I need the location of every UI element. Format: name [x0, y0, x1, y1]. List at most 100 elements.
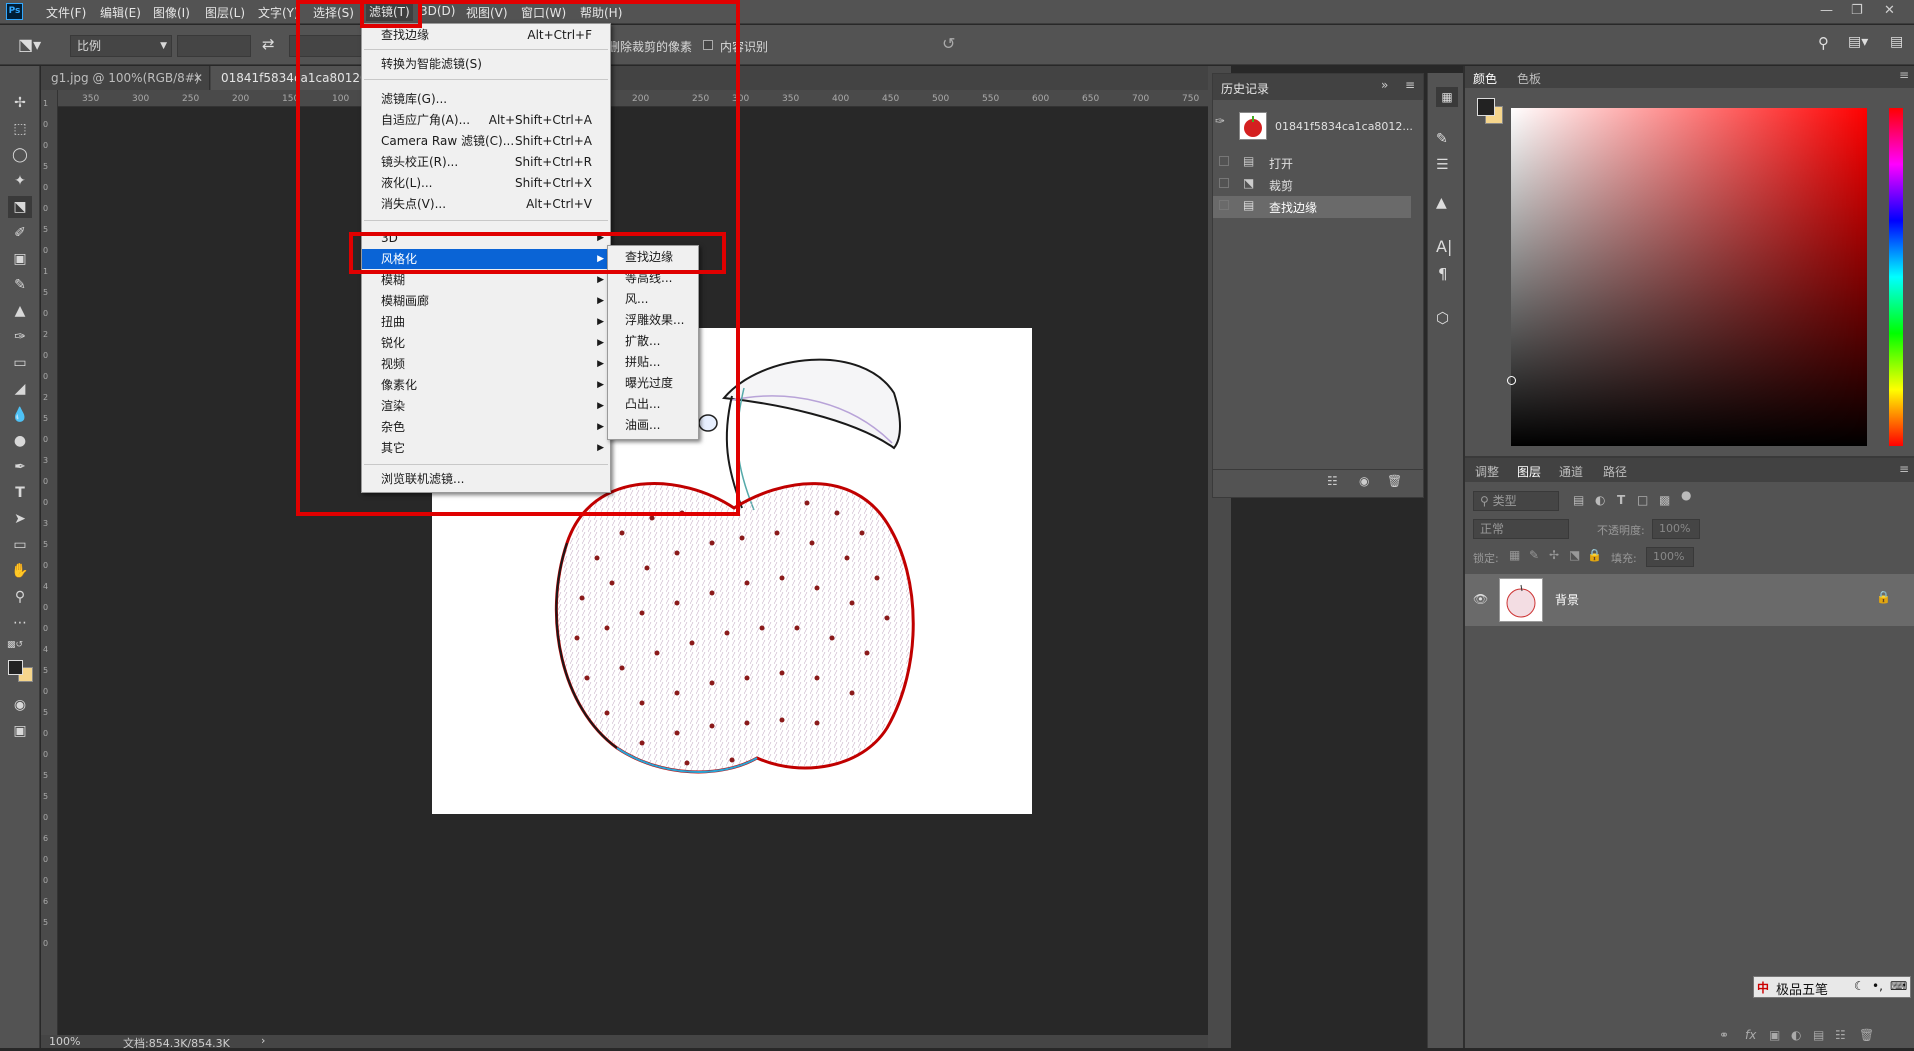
- history-step-find-edges[interactable]: ▤ 查找边缘: [1213, 196, 1411, 218]
- crop-tool-icon[interactable]: ⬔▾: [18, 35, 41, 54]
- fx-icon[interactable]: fx: [1745, 1028, 1756, 1042]
- history-brush-source-icon[interactable]: ✑: [1215, 114, 1235, 130]
- color-field[interactable]: [1507, 108, 1867, 446]
- ime-keyboard-icon[interactable]: ⌨: [1890, 979, 1907, 993]
- swap-icon[interactable]: ⇄: [262, 35, 275, 53]
- path-select-icon[interactable]: ➤: [8, 508, 32, 530]
- lasso-tool-icon[interactable]: ◯: [8, 144, 32, 166]
- tab-adjustments[interactable]: 调整: [1475, 463, 1499, 480]
- share-icon[interactable]: ▤: [1890, 34, 1903, 50]
- history-title[interactable]: 历史记录: [1221, 80, 1269, 97]
- filter-shape-icon[interactable]: □: [1637, 493, 1648, 507]
- hue-slider[interactable]: [1889, 108, 1903, 446]
- hand-tool-icon[interactable]: ✋: [8, 560, 32, 582]
- step-checkbox[interactable]: [1219, 178, 1229, 188]
- layer-lock-icon[interactable]: 🔒: [1876, 590, 1891, 604]
- history-panel-icon[interactable]: ▦: [1436, 87, 1458, 107]
- layers-panel-menu-icon[interactable]: ≡: [1899, 462, 1909, 476]
- filter-type-icon[interactable]: T: [1617, 493, 1625, 507]
- ime-punct-icon[interactable]: •,: [1872, 979, 1883, 993]
- lock-position-icon[interactable]: ✢: [1549, 548, 1559, 562]
- tab-channels[interactable]: 通道: [1559, 463, 1583, 480]
- type-tool-icon[interactable]: T: [8, 482, 32, 504]
- zoom-tool-icon[interactable]: ⚲: [8, 586, 32, 608]
- close-icon[interactable]: ✕: [1884, 3, 1895, 18]
- step-checkbox[interactable]: [1219, 200, 1229, 210]
- new-group-icon[interactable]: ▤: [1813, 1028, 1824, 1042]
- menu-image[interactable]: 图像(I): [153, 4, 190, 21]
- restore-icon[interactable]: ❐: [1851, 3, 1863, 18]
- ime-toolbar[interactable]: 中 极品五笔 ☾ •, ⌨: [1753, 976, 1911, 998]
- zoom-level[interactable]: 100%: [49, 1035, 80, 1048]
- filter-smart-object-icon[interactable]: ▩: [1659, 493, 1670, 507]
- visibility-eye-icon[interactable]: 👁: [1473, 592, 1488, 606]
- search-icon[interactable]: ⚲: [1818, 34, 1829, 52]
- history-brush-icon[interactable]: ✑: [8, 326, 32, 348]
- paragraph-icon[interactable]: ¶: [1438, 265, 1448, 283]
- history-step-crop[interactable]: ⬔ 裁剪: [1213, 174, 1423, 196]
- frame-tool-icon[interactable]: ▣: [8, 248, 32, 270]
- delete-layer-icon[interactable]: 🗑: [1859, 1028, 1874, 1042]
- new-document-from-state-icon[interactable]: ☷: [1327, 474, 1338, 488]
- paint-bucket-icon[interactable]: ◢: [8, 378, 32, 400]
- filter-adjustment-icon[interactable]: ◐: [1595, 493, 1605, 507]
- screen-mode-icon[interactable]: ▣: [8, 720, 32, 742]
- workspace-icon[interactable]: ▤▾: [1848, 34, 1868, 50]
- lock-all-icon[interactable]: 🔒: [1587, 548, 1602, 562]
- add-mask-icon[interactable]: ▣: [1769, 1028, 1780, 1042]
- color-panel-menu-icon[interactable]: ≡: [1899, 68, 1909, 82]
- width-field[interactable]: [177, 35, 251, 57]
- blur-tool-icon[interactable]: 💧: [8, 404, 32, 426]
- snapshot-thumbnail[interactable]: [1239, 112, 1267, 140]
- layer-name[interactable]: 背景: [1555, 591, 1579, 608]
- link-layers-icon[interactable]: ⚭: [1719, 1028, 1729, 1042]
- brush-tool-icon[interactable]: ✎: [8, 274, 32, 296]
- layer-row-background[interactable]: 👁 背景 🔒: [1465, 574, 1914, 626]
- tab-close-icon[interactable]: ✕: [193, 66, 203, 90]
- magic-wand-icon[interactable]: ✦: [8, 170, 32, 192]
- layer-kind-filter[interactable]: ⚲ 类型: [1473, 491, 1559, 511]
- menu-type[interactable]: 文字(Y): [258, 4, 299, 21]
- lock-transparent-icon[interactable]: ▦: [1509, 548, 1520, 562]
- history-step-open[interactable]: ▤ 打开: [1213, 152, 1423, 174]
- lock-artboard-icon[interactable]: ⬔: [1569, 548, 1580, 562]
- tab-color[interactable]: 颜色: [1473, 70, 1497, 87]
- lock-pixels-icon[interactable]: ✎: [1529, 548, 1539, 562]
- menu-file[interactable]: 文件(F): [46, 4, 86, 21]
- panel-menu-icon[interactable]: ≡: [1405, 78, 1415, 92]
- snapshot-name[interactable]: 01841f5834ca1ca8012...: [1275, 120, 1413, 133]
- opacity-field[interactable]: 100%: [1652, 519, 1700, 539]
- crop-tool-active-icon[interactable]: ⬔: [8, 196, 32, 218]
- adjustments-icon[interactable]: ☰: [1436, 157, 1449, 173]
- fill-field[interactable]: 100%: [1646, 547, 1694, 567]
- eraser-icon[interactable]: ▭: [8, 352, 32, 374]
- status-arrow-icon[interactable]: ›: [261, 1034, 265, 1047]
- dodge-tool-icon[interactable]: ●: [8, 430, 32, 452]
- tab-swatches[interactable]: 色板: [1517, 70, 1541, 87]
- color-fg-swatch[interactable]: [1477, 98, 1495, 116]
- collapse-icon[interactable]: »: [1381, 78, 1388, 92]
- menu-layer[interactable]: 图层(L): [205, 4, 245, 21]
- move-tool-icon[interactable]: ✢: [8, 92, 32, 114]
- clone-source-icon[interactable]: ▲: [1436, 195, 1447, 211]
- tab-g1[interactable]: g1.jpg @ 100%(RGB/8#) ✕: [41, 66, 210, 90]
- quick-mask-icon[interactable]: ◉: [8, 694, 32, 716]
- ime-moon-icon[interactable]: ☾: [1854, 979, 1865, 993]
- trash-icon[interactable]: 🗑: [1387, 474, 1402, 488]
- ratio-select[interactable]: 比例 ▼: [70, 35, 172, 57]
- blend-mode-select[interactable]: 正常: [1473, 519, 1569, 539]
- stamp-tool-icon[interactable]: ▲: [8, 300, 32, 322]
- 3d-cube-icon[interactable]: ⬡: [1436, 309, 1449, 327]
- new-adjustment-icon[interactable]: ◐: [1791, 1028, 1801, 1042]
- swap-colors-icon[interactable]: ▩↺: [7, 640, 23, 650]
- pen-tool-icon[interactable]: ✒: [8, 456, 32, 478]
- ime-name[interactable]: 极品五笔: [1776, 979, 1828, 998]
- menu-edit[interactable]: 编辑(E): [100, 4, 141, 21]
- brush-settings-icon[interactable]: ✎: [1436, 131, 1448, 147]
- tab-layers[interactable]: 图层: [1517, 463, 1541, 480]
- color-picker-cursor[interactable]: [1507, 376, 1516, 385]
- tab-paths[interactable]: 路径: [1603, 463, 1627, 480]
- reset-icon[interactable]: ↺: [942, 34, 955, 53]
- step-checkbox[interactable]: [1219, 156, 1229, 166]
- camera-icon[interactable]: ◉: [1359, 474, 1369, 488]
